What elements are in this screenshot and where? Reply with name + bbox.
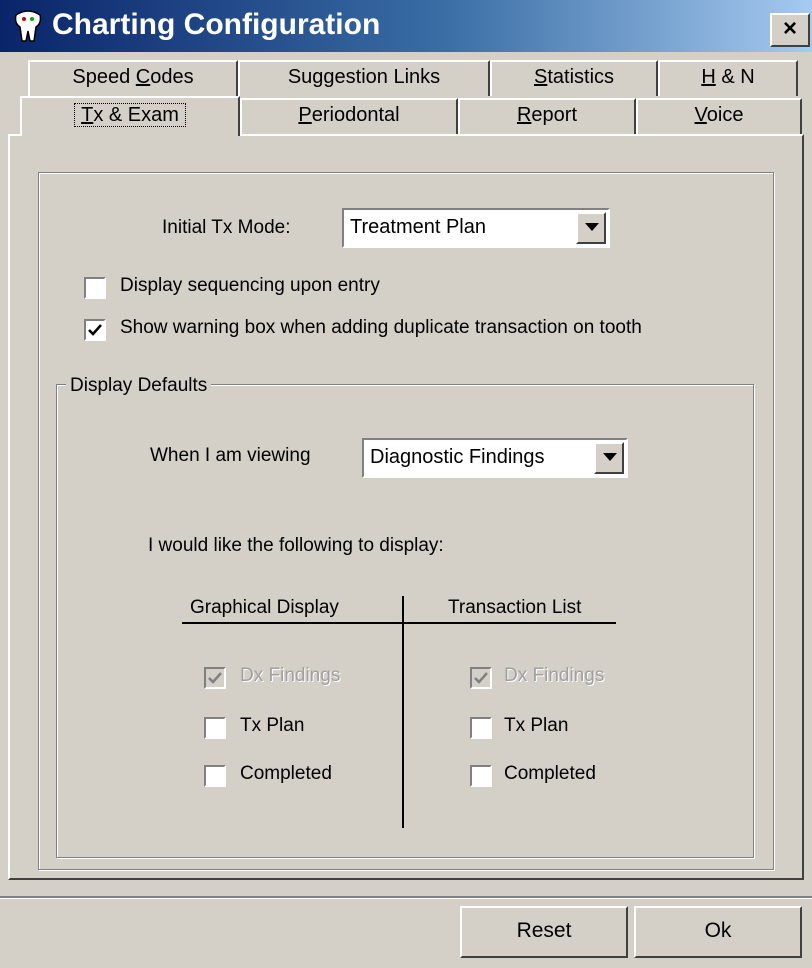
checkmark-icon xyxy=(474,672,488,684)
tab-speed-codes-label: Speed Codes xyxy=(72,66,194,88)
initial-tx-mode-label: Initial Tx Mode: xyxy=(162,217,291,238)
graphical-tx-plan-checkbox[interactable] xyxy=(204,717,226,739)
graphical-completed-checkbox[interactable] xyxy=(204,765,226,787)
tab-speed-codes[interactable]: Speed Codes xyxy=(28,60,238,96)
column-header-divider xyxy=(182,622,616,624)
viewing-value: Diagnostic Findings xyxy=(370,446,545,468)
graphical-tx-plan-label: Tx Plan xyxy=(240,715,305,736)
tab-voice-label: Voice xyxy=(694,104,744,126)
tab-tx-exam[interactable]: Tx & Exam xyxy=(20,96,240,136)
dropdown-arrow-icon[interactable] xyxy=(576,212,606,244)
tab-suggestion-links-label: Suggestion Links xyxy=(287,66,441,88)
transaction-tx-plan-label: Tx Plan xyxy=(504,715,569,736)
tooth-app-icon xyxy=(10,9,46,43)
tab-periodontal-label: Periodontal xyxy=(298,104,400,126)
instruction-text: I would like the following to display: xyxy=(148,535,444,556)
ok-button[interactable]: Ok xyxy=(634,906,802,958)
reset-button[interactable]: Reset xyxy=(460,906,628,958)
transaction-completed-checkbox[interactable] xyxy=(470,765,492,787)
tab-suggestion-links[interactable]: Suggestion Links xyxy=(238,60,490,96)
checkmark-icon xyxy=(88,324,102,336)
transaction-dx-findings-label: Dx Findings xyxy=(504,665,605,686)
tab-periodontal[interactable]: Periodontal xyxy=(240,98,458,134)
viewing-select[interactable]: Diagnostic Findings xyxy=(362,438,628,478)
transaction-completed-label: Completed xyxy=(504,763,596,784)
tab-tx-exam-label: Tx & Exam xyxy=(74,103,186,127)
show-warning-checkbox[interactable] xyxy=(84,319,106,341)
checkmark-icon xyxy=(208,672,222,684)
close-button[interactable]: × xyxy=(770,13,810,47)
footer-divider xyxy=(0,896,812,899)
tab-voice[interactable]: Voice xyxy=(636,98,802,134)
graphical-dx-findings-label: Dx Findings xyxy=(240,665,341,686)
transaction-dx-findings-checkbox[interactable] xyxy=(470,667,492,689)
dropdown-arrow-icon[interactable] xyxy=(594,442,624,474)
close-icon: × xyxy=(782,15,797,42)
initial-tx-mode-select[interactable]: Treatment Plan xyxy=(342,208,610,248)
tab-report-label: Report xyxy=(516,104,578,126)
graphical-dx-findings-checkbox[interactable] xyxy=(204,667,226,689)
graphical-completed-label: Completed xyxy=(240,763,332,784)
tab-h-and-n[interactable]: H & N xyxy=(658,60,798,96)
show-warning-label: Show warning box when adding duplicate t… xyxy=(120,317,642,338)
reset-button-label: Reset xyxy=(516,919,572,942)
tab-statistics-label: Statistics xyxy=(533,66,615,88)
title-bar: Charting Configuration × xyxy=(0,0,812,52)
graphical-display-header: Graphical Display xyxy=(190,597,339,618)
ok-button-label: Ok xyxy=(704,919,732,942)
column-separator xyxy=(402,596,404,828)
display-defaults-label: Display Defaults xyxy=(66,375,212,397)
tab-h-and-n-label: H & N xyxy=(701,66,755,88)
display-sequencing-checkbox[interactable] xyxy=(84,277,106,299)
tab-statistics[interactable]: Statistics xyxy=(490,60,658,96)
transaction-tx-plan-checkbox[interactable] xyxy=(470,717,492,739)
viewing-label: When I am viewing xyxy=(150,445,311,466)
initial-tx-mode-value: Treatment Plan xyxy=(350,216,486,238)
transaction-list-header: Transaction List xyxy=(448,597,582,618)
display-sequencing-label: Display sequencing upon entry xyxy=(120,275,380,296)
tab-report[interactable]: Report xyxy=(458,98,636,134)
window-title: Charting Configuration xyxy=(52,8,381,41)
